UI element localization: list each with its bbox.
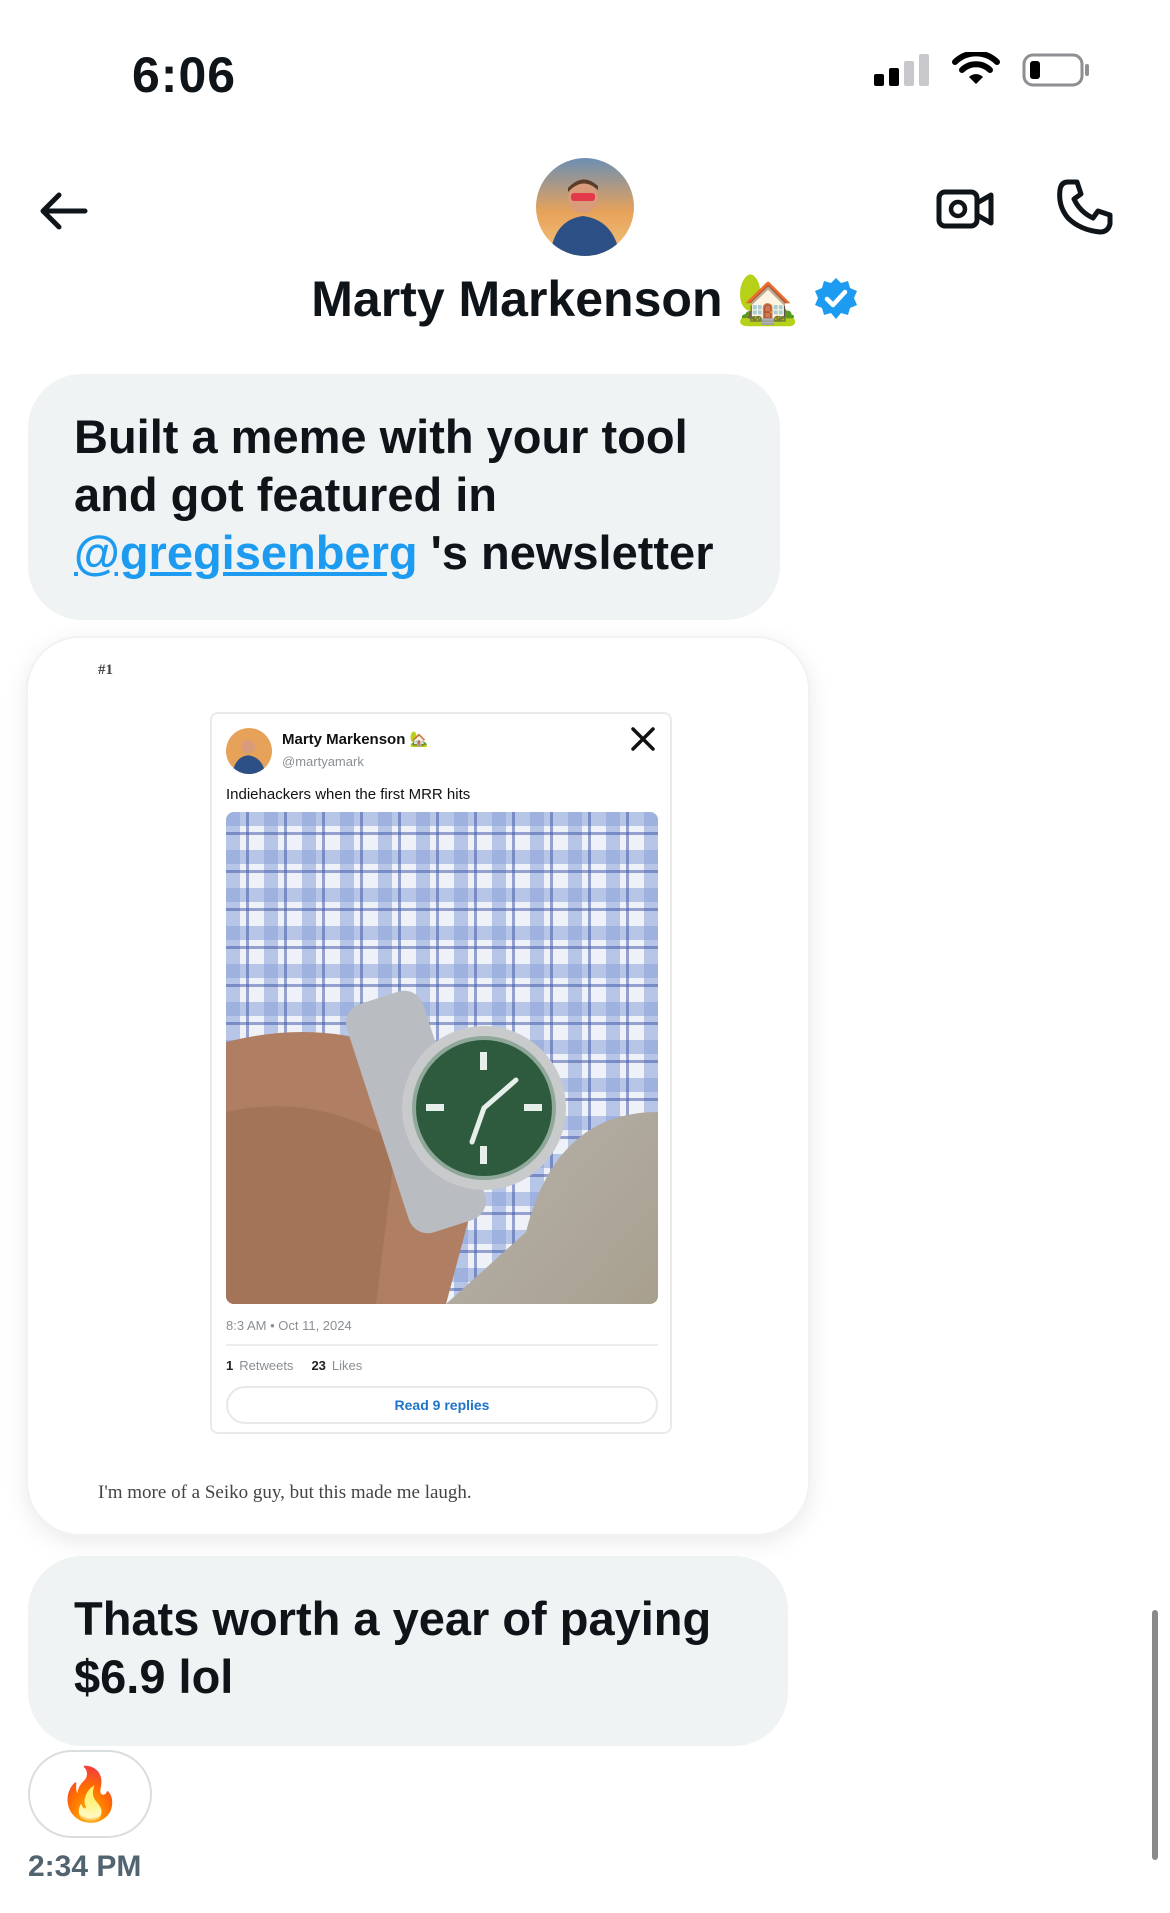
status-icons (872, 52, 1092, 88)
newsletter-item-number: #1 (98, 662, 113, 678)
shared-image[interactable]: #1 Marty Markenson 🏡 @martyamark Indieha… (28, 638, 808, 1534)
video-camera-icon (936, 189, 994, 229)
message-bubble[interactable]: Thats worth a year of paying $6.9 lol (28, 1556, 788, 1746)
retweets-count: 1 (226, 1358, 234, 1373)
message-text: Built a meme with your tool and got feat… (74, 408, 734, 582)
tweet-author-name: Marty Markenson 🏡 (282, 730, 428, 748)
house-emoji-icon: 🏡 (409, 731, 429, 748)
likes-label: Likes (331, 1358, 363, 1373)
divider (226, 1344, 658, 1346)
message-text-part: Built a meme with your tool and got feat… (74, 410, 688, 521)
tweet-photo (226, 812, 658, 1304)
contact-name[interactable]: Marty Markenson (311, 270, 722, 328)
embedded-tweet: Marty Markenson 🏡 @martyamark Indiehacke… (210, 712, 672, 1434)
avatar-photo (536, 158, 634, 256)
avatar-photo (226, 728, 272, 774)
verified-badge-icon (814, 278, 857, 319)
tweet-stats: 1 Retweets 23 Likes (226, 1358, 362, 1373)
status-bar: 6:06 (0, 0, 1170, 140)
tweet-text: Indiehackers when the first MRR hits (226, 786, 471, 803)
scrollbar[interactable] (1152, 1610, 1158, 1860)
phone-icon (1057, 179, 1113, 235)
battery-icon (1022, 53, 1089, 87)
mention-link[interactable]: @gregisenberg (74, 526, 418, 579)
message-bubble[interactable]: Built a meme with your tool and got feat… (28, 374, 780, 620)
conversation-header: Marty Markenson 🏡 (0, 140, 1170, 360)
tweet-handle: @martyamark (282, 754, 364, 769)
tweet-date: 8:3 AM • Oct 11, 2024 (226, 1318, 352, 1333)
likes-count: 23 (311, 1358, 326, 1373)
wifi-icon (952, 52, 1000, 84)
read-replies-button: Read 9 replies (226, 1386, 658, 1424)
cellular-signal-icon (874, 54, 929, 86)
message-timestamp: 2:34 PM (28, 1850, 142, 1883)
message-text-part: 's newsletter (417, 526, 714, 579)
tweet-avatar (226, 728, 272, 774)
contact-name-row: Marty Markenson 🏡 (0, 270, 1170, 328)
house-emoji-icon: 🏡 (736, 271, 799, 327)
video-call-button[interactable] (930, 174, 1000, 244)
voice-call-button[interactable] (1050, 172, 1120, 242)
wristwatch-photo (226, 812, 658, 1304)
back-button[interactable] (28, 176, 98, 246)
status-time: 6:06 (132, 47, 237, 103)
fire-emoji-icon: 🔥 (57, 1765, 123, 1824)
retweets-label: Retweets (239, 1358, 294, 1373)
arrow-left-icon (40, 192, 88, 230)
message-text: Thats worth a year of paying $6.9 lol (74, 1592, 712, 1703)
contact-avatar[interactable] (536, 158, 634, 256)
newsletter-caption: I'm more of a Seiko guy, but this made m… (98, 1482, 472, 1503)
x-logo-icon (631, 727, 655, 751)
reaction-badge[interactable]: 🔥 (28, 1750, 152, 1838)
tweet-author-name-text: Marty Markenson (282, 731, 406, 748)
